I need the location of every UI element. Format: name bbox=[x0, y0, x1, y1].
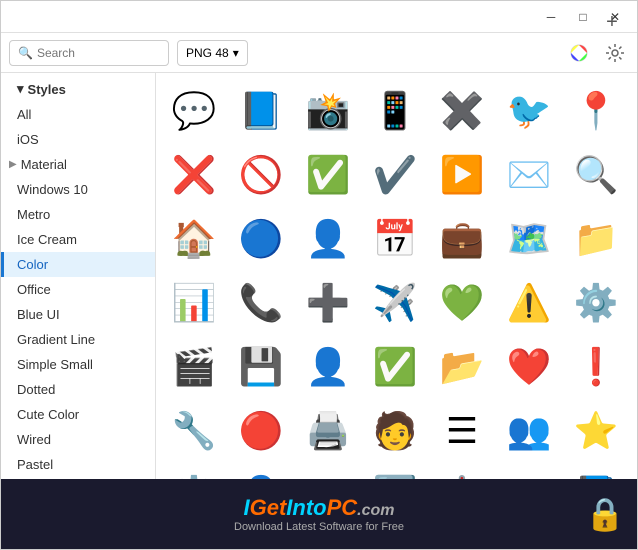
sidebar-item-simple-small[interactable]: Simple Small bbox=[1, 352, 155, 377]
icon-cell-avatar[interactable]: 👤 bbox=[231, 465, 291, 479]
icon-cell-uk-flag[interactable]: 🇬🇧 bbox=[298, 465, 358, 479]
styles-label: Styles bbox=[28, 82, 66, 97]
icon-cell-folder-open[interactable]: 📂 bbox=[432, 337, 492, 397]
toolbar: 🔍 PNG 48 ▾ bbox=[1, 33, 637, 73]
color-wheel-icon bbox=[570, 44, 588, 62]
sidebar: ▾ Styles All iOS ▶ Material Windows 10 M… bbox=[1, 73, 156, 479]
icon-cell-info[interactable]: ℹ️ bbox=[365, 465, 425, 479]
icon-cell-person[interactable]: 👤 bbox=[298, 337, 358, 397]
icon-cell-exclamation[interactable]: ❗ bbox=[566, 337, 626, 397]
icon-cell-printer[interactable]: 🖨️ bbox=[298, 401, 358, 461]
icon-cell-no[interactable]: 🚫 bbox=[231, 145, 291, 205]
icon-cell-tools[interactable]: 🔧 bbox=[164, 401, 224, 461]
sidebar-item-all[interactable]: All bbox=[1, 102, 155, 127]
icon-cell-add-green[interactable]: ➕ bbox=[298, 273, 358, 333]
icon-cell-youtube-red[interactable]: 🎬 bbox=[164, 337, 224, 397]
icon-cell-power[interactable]: 🔴 bbox=[231, 401, 291, 461]
sidebar-item-color[interactable]: Color bbox=[1, 252, 155, 277]
icon-cell-location[interactable]: 📍 bbox=[566, 81, 626, 141]
icon-cell-gear2[interactable]: ⚙️ bbox=[164, 465, 224, 479]
color-wheel-button[interactable] bbox=[565, 39, 593, 67]
add-button[interactable]: + bbox=[598, 8, 626, 36]
sidebar-item-windows10[interactable]: Windows 10 bbox=[1, 177, 155, 202]
icon-cell-search[interactable]: 🔍 bbox=[566, 145, 626, 205]
search-input[interactable] bbox=[37, 46, 160, 60]
sidebar-item-wired[interactable]: Wired bbox=[1, 427, 155, 452]
icon-cell-facebook[interactable]: 📘 bbox=[231, 81, 291, 141]
icon-cell-settings[interactable]: ⚙️ bbox=[566, 273, 626, 333]
banner-tagline: Download Latest Software for Free bbox=[234, 521, 404, 533]
sidebar-item-dotted[interactable]: Dotted bbox=[1, 377, 155, 402]
icon-cell-menu[interactable]: ☰ bbox=[432, 401, 492, 461]
icon-cell-checkmark-green[interactable]: ✅ bbox=[298, 145, 358, 205]
sidebar-item-metro[interactable]: Metro bbox=[1, 202, 155, 227]
icon-cell-twitter[interactable]: 🐦 bbox=[499, 81, 559, 141]
bottom-banner: IGetIntoPC.com Download Latest Software … bbox=[1, 479, 637, 549]
sidebar-item-pastel[interactable]: Pastel bbox=[1, 452, 155, 477]
sidebar-header-styles: ▾ Styles bbox=[1, 73, 155, 102]
settings-icon bbox=[606, 44, 624, 62]
icon-grid-container: 💬📘📸📱✖️🐦📍❌🚫✅✔️▶️✉️🔍🏠🔵👤📅💼🗺️📁📊📞➕✈️💚⚠️⚙️🎬💾👤✅… bbox=[156, 73, 637, 479]
arrow-icon: ▶ bbox=[9, 159, 17, 170]
icon-cell-heart[interactable]: ❤️ bbox=[499, 337, 559, 397]
icon-cell-android[interactable]: 🤖 bbox=[432, 465, 492, 479]
lock-icon: 🔒 bbox=[585, 495, 625, 533]
settings-button[interactable] bbox=[601, 39, 629, 67]
icon-cell-error-red[interactable]: ❌ bbox=[164, 145, 224, 205]
icon-cell-folder[interactable]: 📁 bbox=[566, 209, 626, 269]
icon-cell-check2[interactable]: ✅ bbox=[365, 337, 425, 397]
icon-cell-phone[interactable]: 📞 bbox=[231, 273, 291, 333]
sidebar-item-material[interactable]: ▶ Material bbox=[1, 152, 155, 177]
icon-cell-home[interactable]: 🏠 bbox=[164, 209, 224, 269]
icon-cell-group[interactable]: 👥 bbox=[499, 401, 559, 461]
icon-cell-youtube[interactable]: ▶️ bbox=[432, 145, 492, 205]
format-label: PNG 48 bbox=[186, 46, 229, 60]
icon-cell-word[interactable]: 📘 bbox=[566, 465, 626, 479]
app-window: ─ □ ✕ 🔍 PNG 48 ▾ bbox=[0, 0, 638, 550]
search-icon: 🔍 bbox=[18, 46, 33, 60]
icon-cell-maps[interactable]: 🗺️ bbox=[499, 209, 559, 269]
icon-cell-warning[interactable]: ⚠️ bbox=[499, 273, 559, 333]
sidebar-item-ios[interactable]: iOS bbox=[1, 127, 155, 152]
sidebar-item-blue-ui[interactable]: Blue UI bbox=[1, 302, 155, 327]
icon-cell-chat[interactable]: 💬 bbox=[164, 81, 224, 141]
icon-cell-line[interactable]: 💚 bbox=[432, 273, 492, 333]
sidebar-item-ice-cream[interactable]: Ice Cream bbox=[1, 227, 155, 252]
main-content: ▾ Styles All iOS ▶ Material Windows 10 M… bbox=[1, 73, 637, 479]
icon-cell-twitter2[interactable]: 🐦 bbox=[499, 465, 559, 479]
icon-cell-person2[interactable]: 🧑 bbox=[365, 401, 425, 461]
icon-cell-gmail[interactable]: ✉️ bbox=[499, 145, 559, 205]
icon-cell-linkedin[interactable]: 💼 bbox=[432, 209, 492, 269]
icon-grid: 💬📘📸📱✖️🐦📍❌🚫✅✔️▶️✉️🔍🏠🔵👤📅💼🗺️📁📊📞➕✈️💚⚠️⚙️🎬💾👤✅… bbox=[164, 81, 629, 479]
sidebar-item-office[interactable]: Office bbox=[1, 277, 155, 302]
icon-cell-star[interactable]: ⭐ bbox=[566, 401, 626, 461]
icon-cell-telegram[interactable]: ✈️ bbox=[365, 273, 425, 333]
icon-cell-close[interactable]: ✖️ bbox=[432, 81, 492, 141]
maximize-button[interactable]: □ bbox=[569, 7, 597, 27]
icon-cell-check-green[interactable]: ✔️ bbox=[365, 145, 425, 205]
sidebar-item-cute-color[interactable]: Cute Color bbox=[1, 402, 155, 427]
icon-cell-whatsapp[interactable]: 📱 bbox=[365, 81, 425, 141]
icon-cell-instagram[interactable]: 📸 bbox=[298, 81, 358, 141]
icon-cell-excel[interactable]: 📊 bbox=[164, 273, 224, 333]
icon-cell-save[interactable]: 💾 bbox=[231, 337, 291, 397]
search-box[interactable]: 🔍 bbox=[9, 40, 169, 66]
title-bar: ─ □ ✕ bbox=[1, 1, 637, 33]
collapse-arrow: ▾ bbox=[17, 81, 24, 97]
icon-cell-google[interactable]: 🔵 bbox=[231, 209, 291, 269]
chevron-down-icon: ▾ bbox=[233, 46, 239, 60]
icon-cell-calendar[interactable]: 📅 bbox=[365, 209, 425, 269]
sidebar-item-gradient-line[interactable]: Gradient Line bbox=[1, 327, 155, 352]
banner-site-name: IGetIntoPC.com bbox=[234, 495, 404, 521]
toolbar-right: + bbox=[565, 39, 629, 67]
format-selector[interactable]: PNG 48 ▾ bbox=[177, 40, 248, 66]
icon-cell-user[interactable]: 👤 bbox=[298, 209, 358, 269]
minimize-button[interactable]: ─ bbox=[537, 7, 565, 27]
